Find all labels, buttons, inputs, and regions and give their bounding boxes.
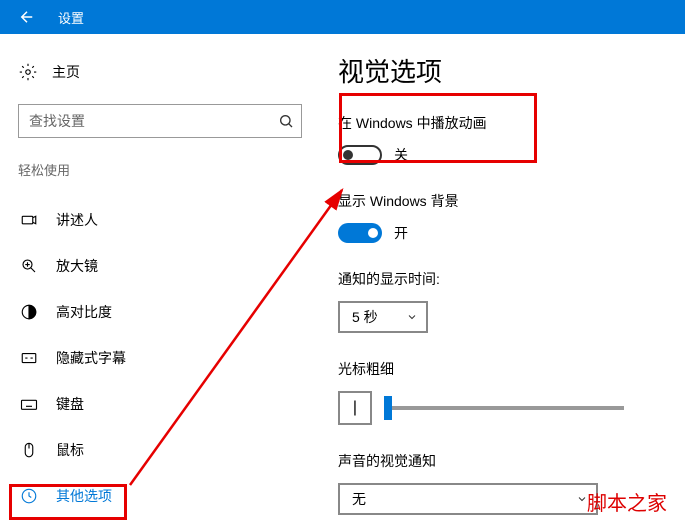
nav-label: 讲述人 [56,210,98,230]
search-icon [278,113,294,129]
sidebar-item-magnifier[interactable]: 放大镜 [18,243,302,289]
setting-background: 显示 Windows 背景 开 [338,191,665,243]
window-title: 设置 [58,8,84,27]
sidebar-item-contrast[interactable]: 高对比度 [18,289,302,335]
keyboard-icon [20,395,38,413]
background-toggle[interactable] [338,223,382,243]
animations-label: 在 Windows 中播放动画 [338,113,665,133]
cursor-preview: | [338,391,372,425]
home-link[interactable]: 主页 [18,62,302,82]
setting-animations: 在 Windows 中播放动画 关 [338,113,665,165]
sound-visual-select[interactable]: 无 [338,483,598,515]
page-title: 视觉选项 [338,52,665,89]
setting-cursor: 光标粗细 | [338,359,665,425]
nav-label: 放大镜 [56,256,98,276]
back-button[interactable] [4,0,50,34]
sidebar-item-mouse[interactable]: 鼠标 [18,427,302,473]
arrow-left-icon [18,8,36,26]
search-input[interactable] [18,104,302,138]
magnifier-icon [20,257,38,275]
animations-state: 关 [394,145,408,165]
setting-notify-time: 通知的显示时间: 5 秒 [338,269,665,333]
background-label: 显示 Windows 背景 [338,191,665,211]
cursor-label: 光标粗细 [338,359,665,379]
sound-visual-label: 声音的视觉通知 [338,451,665,471]
contrast-icon [20,303,38,321]
nav-label: 高对比度 [56,302,112,322]
sidebar: 主页 轻松使用 讲述人 放大镜 高对比度 隐藏式字幕 键盘 [0,34,320,526]
narrator-icon [20,211,38,229]
other-icon [20,487,38,505]
captions-icon [20,349,38,367]
notify-value: 5 秒 [352,307,378,327]
search-box[interactable] [18,104,302,138]
chevron-down-icon [576,493,588,505]
sound-visual-value: 无 [352,489,366,509]
mouse-icon [20,441,38,459]
sidebar-item-narrator[interactable]: 讲述人 [18,197,302,243]
sidebar-item-other[interactable]: 其他选项 [18,473,302,519]
titlebar: 设置 [0,0,685,34]
home-label: 主页 [52,62,80,82]
background-state: 开 [394,223,408,243]
gear-icon [19,63,37,81]
nav-label: 键盘 [56,394,84,414]
nav-label: 鼠标 [56,440,84,460]
chevron-down-icon [406,311,418,323]
main-panel: 视觉选项 在 Windows 中播放动画 关 显示 Windows 背景 开 通… [320,34,685,526]
nav-label: 其他选项 [56,486,112,506]
animations-toggle[interactable] [338,145,382,165]
notify-label: 通知的显示时间: [338,269,665,289]
notify-select[interactable]: 5 秒 [338,301,428,333]
nav-label: 隐藏式字幕 [56,348,126,368]
setting-sound-visual: 声音的视觉通知 无 [338,451,665,515]
category-label: 轻松使用 [18,160,302,179]
sidebar-item-keyboard[interactable]: 键盘 [18,381,302,427]
sidebar-item-captions[interactable]: 隐藏式字幕 [18,335,302,381]
cursor-slider[interactable] [384,406,624,410]
